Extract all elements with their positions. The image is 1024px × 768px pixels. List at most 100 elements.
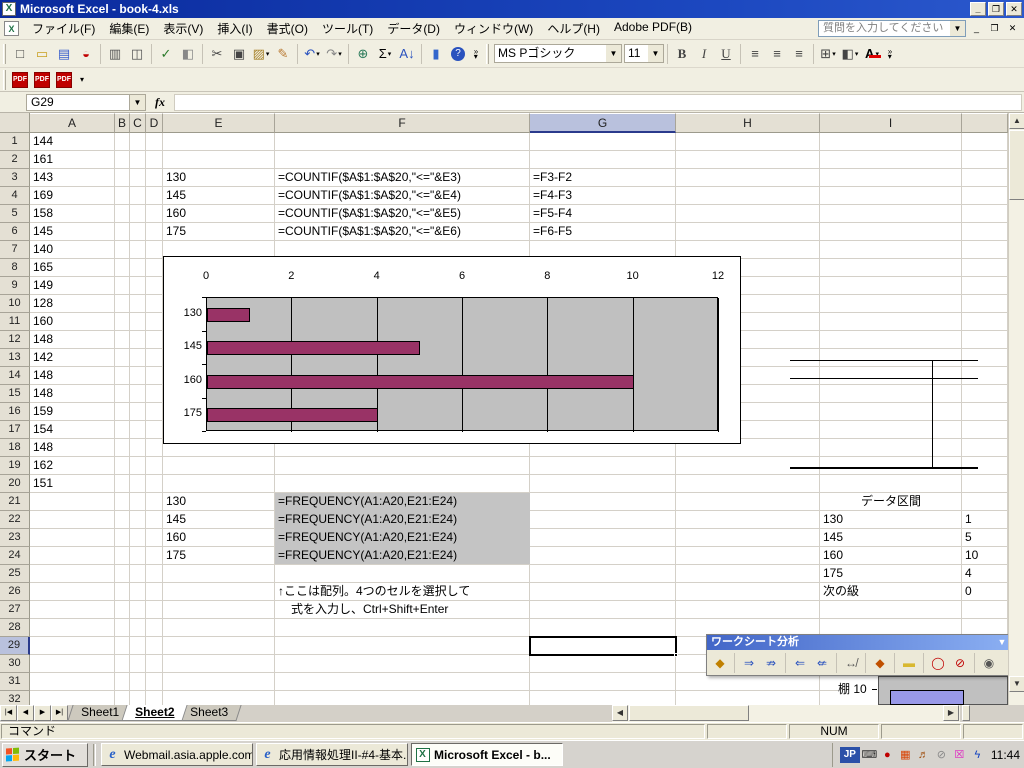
row-header-4[interactable]: 4 [0, 187, 30, 205]
scroll-right-button[interactable]: ▶ [943, 705, 959, 721]
cut-button[interactable]: ✂ [206, 43, 228, 65]
row-header-31[interactable]: 31 [0, 673, 30, 691]
vertical-scrollbar[interactable]: ▲ ▼ [1008, 113, 1024, 705]
pdf-toolbar-chevron[interactable]: ▾ [75, 69, 89, 91]
row-header-26[interactable]: 26 [0, 583, 30, 601]
row-header-32[interactable]: 32 [0, 691, 30, 705]
frequency-bar-chart[interactable]: 024681012130145160175 [163, 256, 741, 444]
formula-input[interactable] [174, 94, 1022, 111]
sort-ascending-button[interactable]: A↓ [396, 43, 418, 65]
font-name-dropdown-icon[interactable]: ▼ [606, 45, 621, 62]
cell-J22[interactable]: 1 [962, 511, 1008, 529]
row-header-15[interactable]: 15 [0, 385, 30, 403]
redo-button[interactable]: ↷▾ [323, 43, 345, 65]
undo-button[interactable]: ↶▾ [301, 43, 323, 65]
row-header-28[interactable]: 28 [0, 619, 30, 637]
row-header-12[interactable]: 12 [0, 331, 30, 349]
underline-button[interactable]: U [715, 43, 737, 65]
taskbar-task-2[interactable]: e応用情報処理II-#4-基本... [256, 743, 408, 766]
column-header-partial[interactable] [962, 113, 1008, 133]
scroll-left-button[interactable]: ◀ [612, 705, 628, 721]
row-header-7[interactable]: 7 [0, 241, 30, 259]
new-comment-button[interactable]: ▬ [898, 652, 920, 674]
toolbar-grip[interactable] [3, 44, 6, 64]
blocked-tray-icon[interactable]: ⊘ [933, 747, 950, 763]
row-header-8[interactable]: 8 [0, 259, 30, 277]
row-header-18[interactable]: 18 [0, 439, 30, 457]
taskbar-task-1[interactable]: eWebmail.asia.apple.com ... [101, 743, 253, 766]
scroll-up-button[interactable]: ▲ [1009, 113, 1024, 129]
chart-bar-130[interactable] [207, 308, 250, 322]
messenger-tray-icon[interactable]: ϟ [969, 747, 986, 763]
name-box[interactable]: G29 [26, 94, 130, 111]
save-button[interactable]: ▤ [53, 43, 75, 65]
scroll-down-button[interactable]: ▼ [1009, 676, 1024, 692]
doc-restore-button[interactable]: ❐ [987, 22, 1002, 35]
insert-function-button[interactable]: fx [146, 95, 174, 110]
align-left-button[interactable]: ≡ [744, 43, 766, 65]
column-header-G[interactable]: G [530, 113, 676, 133]
row-header-11[interactable]: 11 [0, 313, 30, 331]
vertical-scroll-thumb[interactable] [1009, 130, 1024, 200]
menu-file[interactable]: ファイル(F) [25, 17, 102, 40]
formatting-options-chevron[interactable]: »▾ [883, 43, 897, 65]
menu-view[interactable]: 表示(V) [156, 17, 210, 40]
row-header-27[interactable]: 27 [0, 601, 30, 619]
cell-J26[interactable]: 0 [962, 583, 1008, 601]
start-button[interactable]: スタート [2, 743, 88, 767]
chart-bar-145[interactable] [207, 341, 420, 355]
open-button[interactable]: ▭ [31, 43, 53, 65]
cell-J25[interactable]: 4 [962, 565, 1008, 583]
paste-dropdown-icon[interactable]: ▾ [266, 50, 270, 58]
menu-tools[interactable]: ツール(T) [315, 17, 380, 40]
menu-window[interactable]: ウィンドウ(W) [447, 17, 540, 40]
print-button[interactable]: ▥ [104, 43, 126, 65]
column-header-I[interactable]: I [820, 113, 962, 133]
pdf-toolbar-grip[interactable] [3, 70, 6, 90]
toolbar-grip-2[interactable] [486, 44, 489, 64]
row-header-22[interactable]: 22 [0, 511, 30, 529]
column-header-D[interactable]: D [146, 113, 163, 133]
show-watch-window-button[interactable]: ◉ [978, 652, 1000, 674]
cell-I21[interactable]: データ区間 [820, 493, 962, 511]
row-header-2[interactable]: 2 [0, 151, 30, 169]
tab-nav-first-button[interactable]: |◀ [0, 705, 17, 721]
cell-J24[interactable]: 10 [962, 547, 1008, 565]
toolbar-options-chevron[interactable]: »▾ [469, 43, 483, 65]
cell-G4[interactable]: =F4-F3 [530, 187, 826, 205]
cell-G6[interactable]: =F6-F5 [530, 223, 826, 241]
keyboard-tray-icon[interactable]: ⌨ [861, 747, 878, 763]
fill-color-button[interactable]: ◧▾ [839, 43, 861, 65]
undo-dropdown-icon[interactable]: ▾ [316, 50, 320, 58]
ime-language-tray-icon[interactable]: JP [840, 747, 860, 763]
toolbar-dropdown-icon[interactable]: ▼ [995, 635, 1009, 650]
spelling-button[interactable]: ✓ [155, 43, 177, 65]
tab-nav-prev-button[interactable]: ◀ [17, 705, 34, 721]
row-header-10[interactable]: 10 [0, 295, 30, 313]
tab-nav-last-button[interactable]: ▶| [51, 705, 68, 721]
row-header-19[interactable]: 19 [0, 457, 30, 475]
chart-bar-160[interactable] [207, 375, 634, 389]
font-size-dropdown-icon[interactable]: ▼ [648, 45, 663, 62]
select-all-corner[interactable] [0, 113, 30, 133]
tab-split-handle[interactable] [962, 705, 970, 721]
font-name-select[interactable]: MS Pゴシック ▼ [494, 44, 622, 63]
restore-button[interactable]: ❐ [988, 2, 1004, 16]
borders-button[interactable]: ⊞▾ [817, 43, 839, 65]
column-header-A[interactable]: A [30, 113, 115, 133]
row-header-5[interactable]: 5 [0, 205, 30, 223]
row-header-17[interactable]: 17 [0, 421, 30, 439]
remove-precedent-arrows-button[interactable]: ⇏ [760, 652, 782, 674]
chart-bar-175[interactable] [207, 408, 378, 422]
cell-F23[interactable]: =FREQUENCY(A1:A20,E21:E24) [275, 529, 680, 547]
worksheet-analysis-titlebar[interactable]: ワークシート分析 ▼ ✕ [707, 635, 1023, 650]
row-header-6[interactable]: 6 [0, 223, 30, 241]
cell-A1[interactable]: 144 [30, 133, 265, 151]
cell-G5[interactable]: =F5-F4 [530, 205, 826, 223]
cell-J23[interactable]: 5 [962, 529, 1008, 547]
row-header-25[interactable]: 25 [0, 565, 30, 583]
question-dropdown-icon[interactable]: ▼ [950, 21, 965, 36]
circle-invalid-data-button[interactable]: ◯ [927, 652, 949, 674]
row-header-21[interactable]: 21 [0, 493, 30, 511]
cell-A20[interactable]: 151 [30, 475, 265, 493]
